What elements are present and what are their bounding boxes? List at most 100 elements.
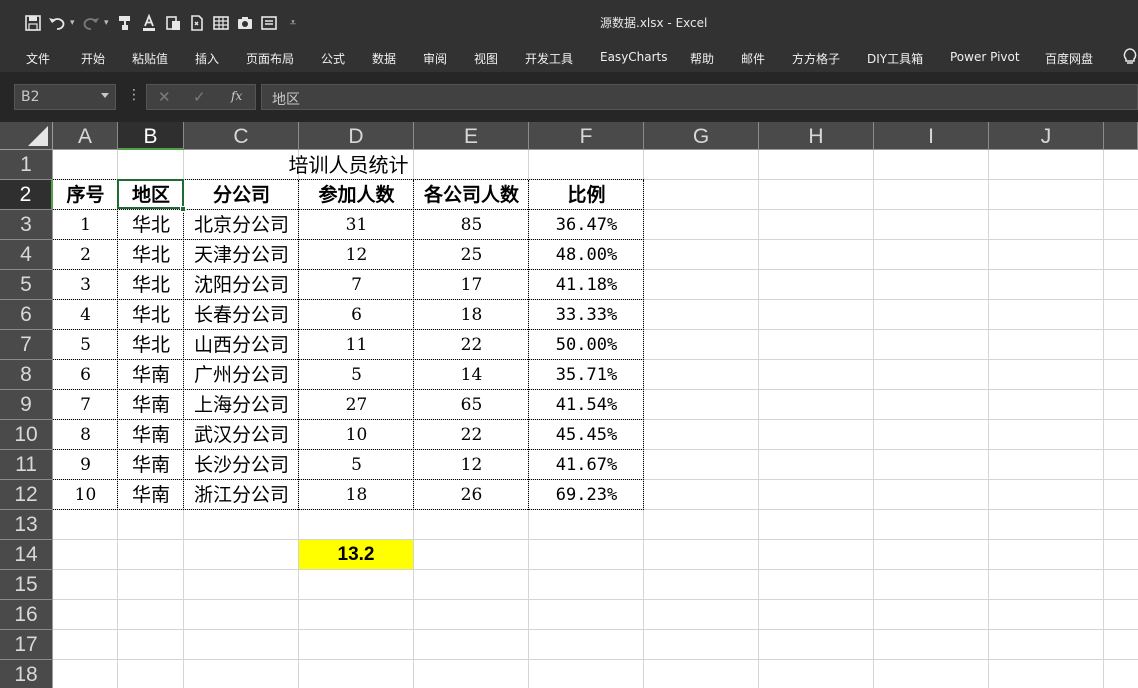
tab-review[interactable]: 审阅: [423, 50, 447, 67]
camera-icon[interactable]: [234, 12, 256, 34]
cell-index: 6: [80, 365, 91, 385]
active-cell-selection[interactable]: [117, 179, 184, 209]
table-border: [183, 180, 184, 510]
tab-data[interactable]: 数据: [372, 50, 396, 67]
font-color-icon[interactable]: [138, 12, 160, 34]
name-box-dropdown-icon[interactable]: [101, 93, 109, 98]
table-border: [53, 449, 644, 450]
form-icon[interactable]: [258, 12, 280, 34]
column-header-d[interactable]: D: [299, 122, 414, 150]
row-header-2[interactable]: 2: [0, 180, 53, 210]
cell-branch: 广州分公司: [193, 364, 289, 386]
table-border: [53, 509, 644, 510]
row-header-7[interactable]: 7: [0, 330, 53, 360]
row-header-3[interactable]: 3: [0, 210, 53, 240]
column-header-h[interactable]: H: [759, 122, 874, 150]
row-header-18[interactable]: 18: [0, 660, 53, 688]
tab-help[interactable]: 帮助: [690, 50, 714, 67]
paste-icon[interactable]: [162, 12, 184, 34]
column-header-j[interactable]: J: [989, 122, 1104, 150]
row-header-15[interactable]: 15: [0, 570, 53, 600]
name-box[interactable]: B2: [14, 84, 116, 110]
cell-ratio: 48.00%: [555, 245, 618, 265]
row-header-12[interactable]: 12: [0, 480, 53, 510]
cancel-icon[interactable]: ✕: [158, 88, 171, 106]
table-header: 各公司人数: [423, 184, 519, 206]
cell-region: 华南: [131, 424, 170, 446]
column-header-a[interactable]: A: [53, 122, 118, 150]
table-border: [413, 180, 414, 510]
table-border: [528, 180, 529, 510]
tab-diy-toolbox[interactable]: DIY工具箱: [867, 50, 923, 67]
formula-bar-splitter-icon[interactable]: ⋮: [127, 88, 141, 102]
column-header-g[interactable]: G: [644, 122, 759, 150]
column-header-e[interactable]: E: [414, 122, 529, 150]
tab-file[interactable]: 文件: [26, 50, 50, 67]
tab-home[interactable]: 开始: [81, 50, 105, 67]
table-header: 序号: [66, 184, 105, 206]
tab-page-layout[interactable]: 页面布局: [246, 50, 294, 67]
tab-power-pivot[interactable]: Power Pivot: [950, 50, 1020, 64]
row-header-10[interactable]: 10: [0, 420, 53, 450]
customize-qat-icon[interactable]: ⩡: [282, 12, 304, 34]
row-header-1[interactable]: 1: [0, 150, 53, 180]
tab-view[interactable]: 视图: [474, 50, 498, 67]
gridline: [1103, 150, 1104, 688]
insert-function-icon[interactable]: fx: [231, 89, 242, 103]
enter-icon[interactable]: ✓: [193, 88, 206, 106]
row-header-9[interactable]: 9: [0, 390, 53, 420]
gridline: [873, 150, 874, 688]
cell-index: 3: [80, 275, 91, 295]
column-header-i[interactable]: I: [874, 122, 989, 150]
save-icon[interactable]: [22, 12, 44, 34]
row-header-13[interactable]: 13: [0, 510, 53, 540]
tab-easycharts[interactable]: EasyCharts: [600, 50, 668, 64]
row-header-8[interactable]: 8: [0, 360, 53, 390]
tab-paste-values[interactable]: 粘贴值: [132, 50, 168, 67]
cell-region: 华北: [131, 304, 170, 326]
row-header-14[interactable]: 14: [0, 540, 53, 570]
row-header-16[interactable]: 16: [0, 600, 53, 630]
row-header-11[interactable]: 11: [0, 450, 53, 480]
cell-branch: 天津分公司: [193, 244, 289, 266]
row-header-4[interactable]: 4: [0, 240, 53, 270]
formula-input[interactable]: 地区: [261, 84, 1138, 110]
column-header-b[interactable]: B: [118, 122, 184, 150]
column-header-c[interactable]: C: [184, 122, 299, 150]
redo-icon[interactable]: [80, 12, 102, 34]
tab-fangfang[interactable]: 方方格子: [792, 50, 840, 67]
cell-index: 7: [80, 395, 91, 415]
select-all-button[interactable]: [0, 122, 53, 150]
cell-attendees: 12: [345, 245, 368, 265]
cell-grid[interactable]: 培训人员统计 序号 地区 分公司 参加人数 各公司人数 比例 1 华北 北京分公司 31 85 36.4…: [53, 150, 1138, 688]
gridline: [758, 150, 759, 688]
row-header-17[interactable]: 17: [0, 630, 53, 660]
format-painter-icon[interactable]: [114, 12, 136, 34]
tab-mail[interactable]: 邮件: [741, 50, 765, 67]
cell-ratio: 35.71%: [555, 365, 618, 385]
column-header-f[interactable]: F: [529, 122, 644, 150]
table-icon[interactable]: [210, 12, 232, 34]
cell-staff-total: 85: [460, 215, 483, 235]
column-header-k-partial[interactable]: [1104, 122, 1138, 150]
result-cell[interactable]: 13.2: [299, 540, 413, 569]
undo-dropdown-icon[interactable]: ▾: [70, 18, 80, 28]
lightbulb-icon[interactable]: [1122, 48, 1138, 66]
redo-dropdown-icon[interactable]: ▾: [104, 18, 114, 28]
tab-baidu-pan[interactable]: 百度网盘: [1045, 50, 1093, 67]
cell-index: 2: [80, 245, 91, 265]
row-header-6[interactable]: 6: [0, 300, 53, 330]
cell-region: 华南: [131, 454, 170, 476]
cell-index: 8: [80, 425, 91, 445]
tab-formulas[interactable]: 公式: [321, 50, 345, 67]
cell-branch: 长沙分公司: [193, 454, 289, 476]
tab-insert[interactable]: 插入: [195, 50, 219, 67]
tab-developer[interactable]: 开发工具: [525, 50, 573, 67]
undo-icon[interactable]: [46, 12, 68, 34]
row-header-5[interactable]: 5: [0, 270, 53, 300]
cell-region: 华南: [131, 484, 170, 506]
fill-handle[interactable]: [180, 206, 186, 212]
cell-attendees: 27: [345, 395, 368, 415]
document-icon[interactable]: [186, 12, 208, 34]
worksheet: 培训人员统计 序号 地区 分公司 参加人数 各公司人数 比例 1 华北 北京分公司 31 85 36.4…: [0, 122, 1138, 688]
